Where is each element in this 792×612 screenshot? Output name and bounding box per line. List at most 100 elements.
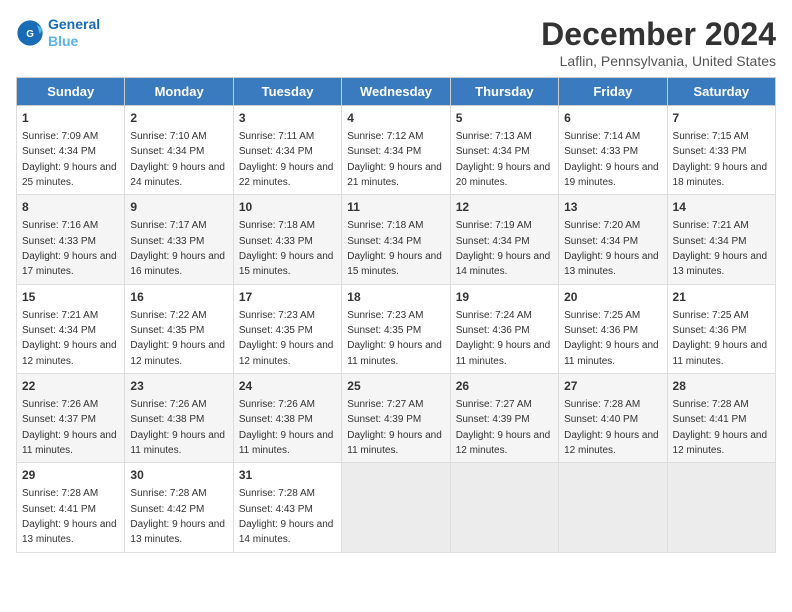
day-number: 30 [130,467,227,484]
day-info: Sunrise: 7:22 AM Sunset: 4:35 PM Dayligh… [130,310,225,367]
day-info: Sunrise: 7:12 AM Sunset: 4:34 PM Dayligh… [347,131,442,188]
week-row-1: 1Sunrise: 7:09 AM Sunset: 4:34 PM Daylig… [17,106,776,195]
day-number: 19 [456,289,553,306]
day-number: 22 [22,378,119,395]
day-info: Sunrise: 7:26 AM Sunset: 4:38 PM Dayligh… [239,399,334,456]
day-number: 14 [673,199,770,216]
dow-header-tuesday: Tuesday [233,78,341,106]
day-info: Sunrise: 7:26 AM Sunset: 4:38 PM Dayligh… [130,399,225,456]
day-cell: 7Sunrise: 7:15 AM Sunset: 4:33 PM Daylig… [667,106,775,195]
day-number: 24 [239,378,336,395]
day-info: Sunrise: 7:21 AM Sunset: 4:34 PM Dayligh… [673,220,768,277]
day-cell: 26Sunrise: 7:27 AM Sunset: 4:39 PM Dayli… [450,374,558,463]
day-cell: 12 Sunrise: 7:19 AM Sunset: 4:34 PM Dayli… [450,195,558,284]
day-number: 15 [22,289,119,306]
calendar-body: 1Sunrise: 7:09 AM Sunset: 4:34 PM Daylig… [17,106,776,553]
day-number: 2 [130,110,227,127]
day-cell [559,463,667,552]
day-cell: 11 Sunrise: 7:18 AM Sunset: 4:34 PM Dayli… [342,195,450,284]
day-cell: 19 Sunrise: 7:24 AM Sunset: 4:36 PM Dayli… [450,284,558,373]
day-cell: 25 Sunrise: 7:27 AM Sunset: 4:39 PM Dayli… [342,374,450,463]
day-cell: 22 Sunrise: 7:26 AM Sunset: 4:37 PM Dayli… [17,374,125,463]
day-info: Sunrise: 7:23 AM Sunset: 4:35 PM Dayligh… [239,310,334,367]
location: Laflin, Pennsylvania, United States [541,53,776,69]
day-number: 10 [239,199,336,216]
logo: G General Blue [16,16,100,50]
dow-header-sunday: Sunday [17,78,125,106]
day-info: Sunrise: 7:15 AM Sunset: 4:33 PM Dayligh… [673,131,768,188]
day-info: Sunrise: 7:13 AM Sunset: 4:34 PM Dayligh… [456,131,551,188]
title-area: December 2024 Laflin, Pennsylvania, Unit… [541,16,776,69]
day-number: 29 [22,467,119,484]
day-number: 9 [130,199,227,216]
day-info: Sunrise: 7:11 AM Sunset: 4:34 PM Dayligh… [239,131,334,188]
day-info: Sunrise: 7:27 AM Sunset: 4:39 PM Dayligh… [456,399,551,456]
day-cell: 20 Sunrise: 7:25 AM Sunset: 4:36 PM Dayli… [559,284,667,373]
day-cell: 29 Sunrise: 7:28 AM Sunset: 4:41 PM Dayli… [17,463,125,552]
day-cell: 23 Sunrise: 7:26 AM Sunset: 4:38 PM Dayli… [125,374,233,463]
dow-header-monday: Monday [125,78,233,106]
day-info: Sunrise: 7:20 AM Sunset: 4:34 PM Dayligh… [564,220,659,277]
day-info: Sunrise: 7:28 AM Sunset: 4:42 PM Dayligh… [130,488,225,545]
days-of-week-row: SundayMondayTuesdayWednesdayThursdayFrid… [17,78,776,106]
week-row-5: 29 Sunrise: 7:28 AM Sunset: 4:41 PM Dayli… [17,463,776,552]
day-cell: 6Sunrise: 7:14 AM Sunset: 4:33 PM Daylig… [559,106,667,195]
day-number: 18 [347,289,444,306]
day-cell: 4 Sunrise: 7:12 AM Sunset: 4:34 PM Daylig… [342,106,450,195]
day-cell: 18 Sunrise: 7:23 AM Sunset: 4:35 PM Dayli… [342,284,450,373]
day-number: 1 [22,110,119,127]
day-cell: 17 Sunrise: 7:23 AM Sunset: 4:35 PM Dayli… [233,284,341,373]
day-info: Sunrise: 7:18 AM Sunset: 4:33 PM Dayligh… [239,220,334,277]
day-cell: 28 Sunrise: 7:28 AM Sunset: 4:41 PM Dayli… [667,374,775,463]
day-info: Sunrise: 7:25 AM Sunset: 4:36 PM Dayligh… [564,310,659,367]
day-number: 28 [673,378,770,395]
day-info: Sunrise: 7:28 AM Sunset: 4:41 PM Dayligh… [673,399,768,456]
day-cell: 1Sunrise: 7:09 AM Sunset: 4:34 PM Daylig… [17,106,125,195]
dow-header-saturday: Saturday [667,78,775,106]
day-number: 21 [673,289,770,306]
day-info: Sunrise: 7:24 AM Sunset: 4:36 PM Dayligh… [456,310,551,367]
day-info: Sunrise: 7:27 AM Sunset: 4:39 PM Dayligh… [347,399,442,456]
day-number: 6 [564,110,661,127]
day-number: 4 [347,110,444,127]
day-cell: 21Sunrise: 7:25 AM Sunset: 4:36 PM Dayli… [667,284,775,373]
day-cell [450,463,558,552]
day-cell [667,463,775,552]
month-title: December 2024 [541,16,776,53]
day-number: 16 [130,289,227,306]
day-cell: 16 Sunrise: 7:22 AM Sunset: 4:35 PM Dayli… [125,284,233,373]
day-number: 12 [456,199,553,216]
svg-text:G: G [26,29,34,40]
day-cell: 2 Sunrise: 7:10 AM Sunset: 4:34 PM Daylig… [125,106,233,195]
day-info: Sunrise: 7:18 AM Sunset: 4:34 PM Dayligh… [347,220,442,277]
day-cell: 13 Sunrise: 7:20 AM Sunset: 4:34 PM Dayli… [559,195,667,284]
day-cell: 27Sunrise: 7:28 AM Sunset: 4:40 PM Dayli… [559,374,667,463]
day-info: Sunrise: 7:23 AM Sunset: 4:35 PM Dayligh… [347,310,442,367]
day-number: 11 [347,199,444,216]
dow-header-friday: Friday [559,78,667,106]
day-cell: 5Sunrise: 7:13 AM Sunset: 4:34 PM Daylig… [450,106,558,195]
day-number: 20 [564,289,661,306]
day-cell: 15Sunrise: 7:21 AM Sunset: 4:34 PM Dayli… [17,284,125,373]
day-info: Sunrise: 7:19 AM Sunset: 4:34 PM Dayligh… [456,220,551,277]
dow-header-thursday: Thursday [450,78,558,106]
logo-icon: G [16,19,44,47]
day-info: Sunrise: 7:10 AM Sunset: 4:34 PM Dayligh… [130,131,225,188]
day-cell [342,463,450,552]
day-info: Sunrise: 7:26 AM Sunset: 4:37 PM Dayligh… [22,399,117,456]
day-info: Sunrise: 7:28 AM Sunset: 4:41 PM Dayligh… [22,488,117,545]
dow-header-wednesday: Wednesday [342,78,450,106]
day-info: Sunrise: 7:16 AM Sunset: 4:33 PM Dayligh… [22,220,117,277]
day-cell: 31Sunrise: 7:28 AM Sunset: 4:43 PM Dayli… [233,463,341,552]
day-info: Sunrise: 7:28 AM Sunset: 4:40 PM Dayligh… [564,399,659,456]
day-number: 13 [564,199,661,216]
week-row-2: 8 Sunrise: 7:16 AM Sunset: 4:33 PM Daylig… [17,195,776,284]
day-number: 23 [130,378,227,395]
day-cell: 9 Sunrise: 7:17 AM Sunset: 4:33 PM Daylig… [125,195,233,284]
day-info: Sunrise: 7:17 AM Sunset: 4:33 PM Dayligh… [130,220,225,277]
day-number: 17 [239,289,336,306]
day-cell: 8 Sunrise: 7:16 AM Sunset: 4:33 PM Daylig… [17,195,125,284]
day-number: 31 [239,467,336,484]
day-number: 25 [347,378,444,395]
day-number: 8 [22,199,119,216]
